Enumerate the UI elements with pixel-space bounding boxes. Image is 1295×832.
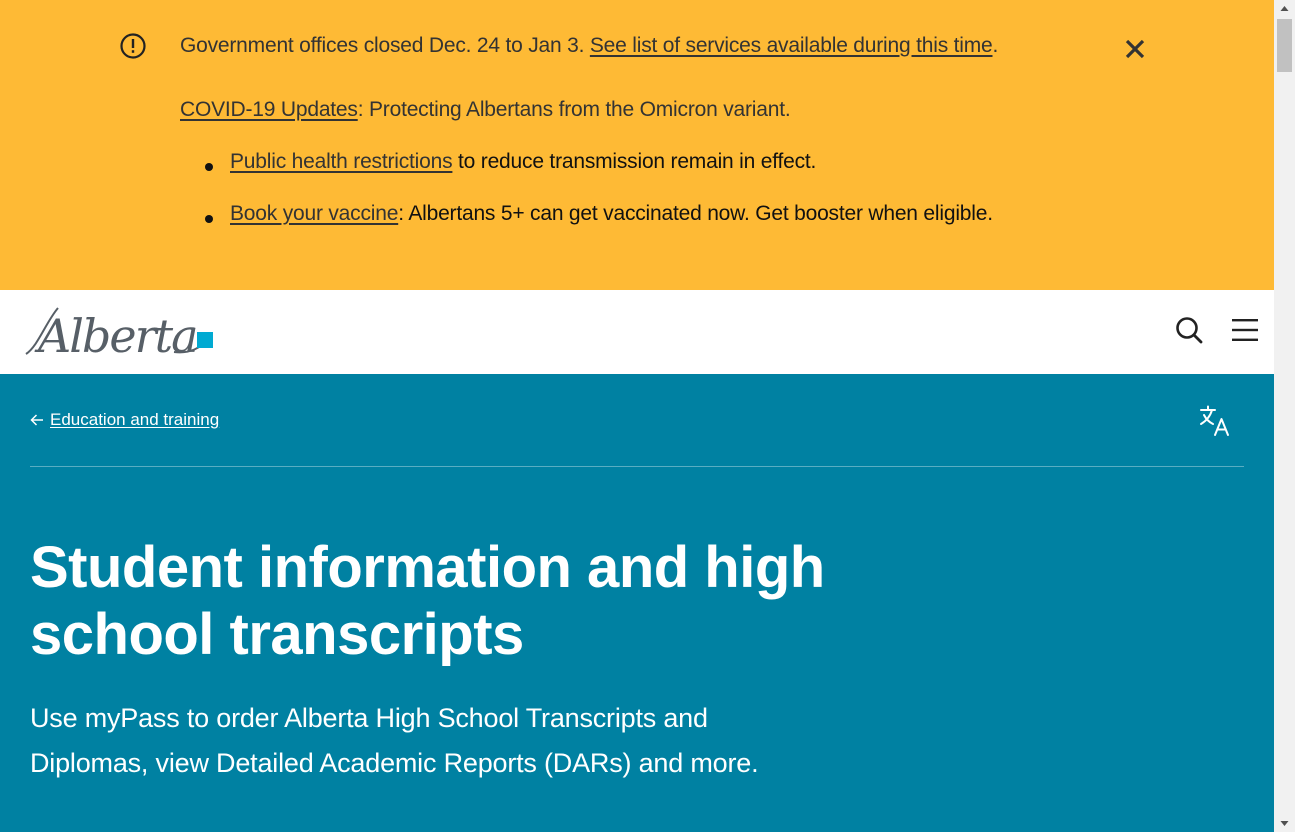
alberta-logo[interactable]: Alberta [24,302,216,364]
scrollbar[interactable] [1274,0,1295,832]
services-link[interactable]: See list of services available during th… [590,34,993,57]
logo-accent [197,332,213,348]
closure-suffix: . [992,34,999,57]
bullet-text: to reduce transmission remain in effect. [452,150,817,173]
arrow-up-icon [1280,6,1289,11]
scrollbar-thumb[interactable] [1277,19,1292,72]
book-vaccine-link[interactable]: Book your vaccine [230,202,398,225]
page: Government offices closed Dec. 24 to Jan… [0,0,1274,832]
close-alert-button[interactable] [1122,36,1148,62]
breadcrumb-education-link[interactable]: Education and training [50,410,219,430]
menu-icon [1232,319,1258,341]
closure-notice: Government offices closed Dec. 24 to Jan… [180,34,998,58]
arrow-left-icon [30,414,43,426]
scroll-down-button[interactable] [1274,815,1295,832]
page-title: Student information and high school tran… [30,535,825,667]
scroll-up-button[interactable] [1274,0,1295,17]
divider [30,466,1244,467]
alert-banner: Government offices closed Dec. 24 to Jan… [0,0,1274,290]
list-item: Book your vaccine: Albertans 5+ can get … [205,202,993,254]
covid-notice: COVID-19 Updates: Protecting Albertans f… [180,98,791,122]
hero-section: Education and training Student informati… [0,374,1274,832]
closure-text: Government offices closed Dec. 24 to Jan… [180,34,590,57]
bullet-text: : Albertans 5+ can get vaccinated now. G… [398,202,993,225]
health-restrictions-link[interactable]: Public health restrictions [230,150,453,173]
arrow-down-icon [1280,821,1289,826]
covid-updates-link[interactable]: COVID-19 Updates [180,98,358,121]
list-item: Public health restrictions to reduce tra… [205,150,993,202]
covid-text: : Protecting Albertans from the Omicron … [357,98,791,121]
alert-icon [120,33,146,59]
site-header: Alberta [0,290,1274,374]
search-icon [1176,317,1203,344]
close-icon [1125,39,1145,59]
menu-button[interactable] [1230,316,1260,344]
translate-icon [1200,405,1229,436]
search-button[interactable] [1174,315,1204,345]
page-lead: Use myPass to order Alberta High School … [30,703,759,778]
breadcrumb: Education and training [30,410,219,430]
logo-text: Alberta [34,309,197,363]
covid-bullet-list: Public health restrictions to reduce tra… [205,150,993,254]
translate-button[interactable] [1198,404,1232,438]
